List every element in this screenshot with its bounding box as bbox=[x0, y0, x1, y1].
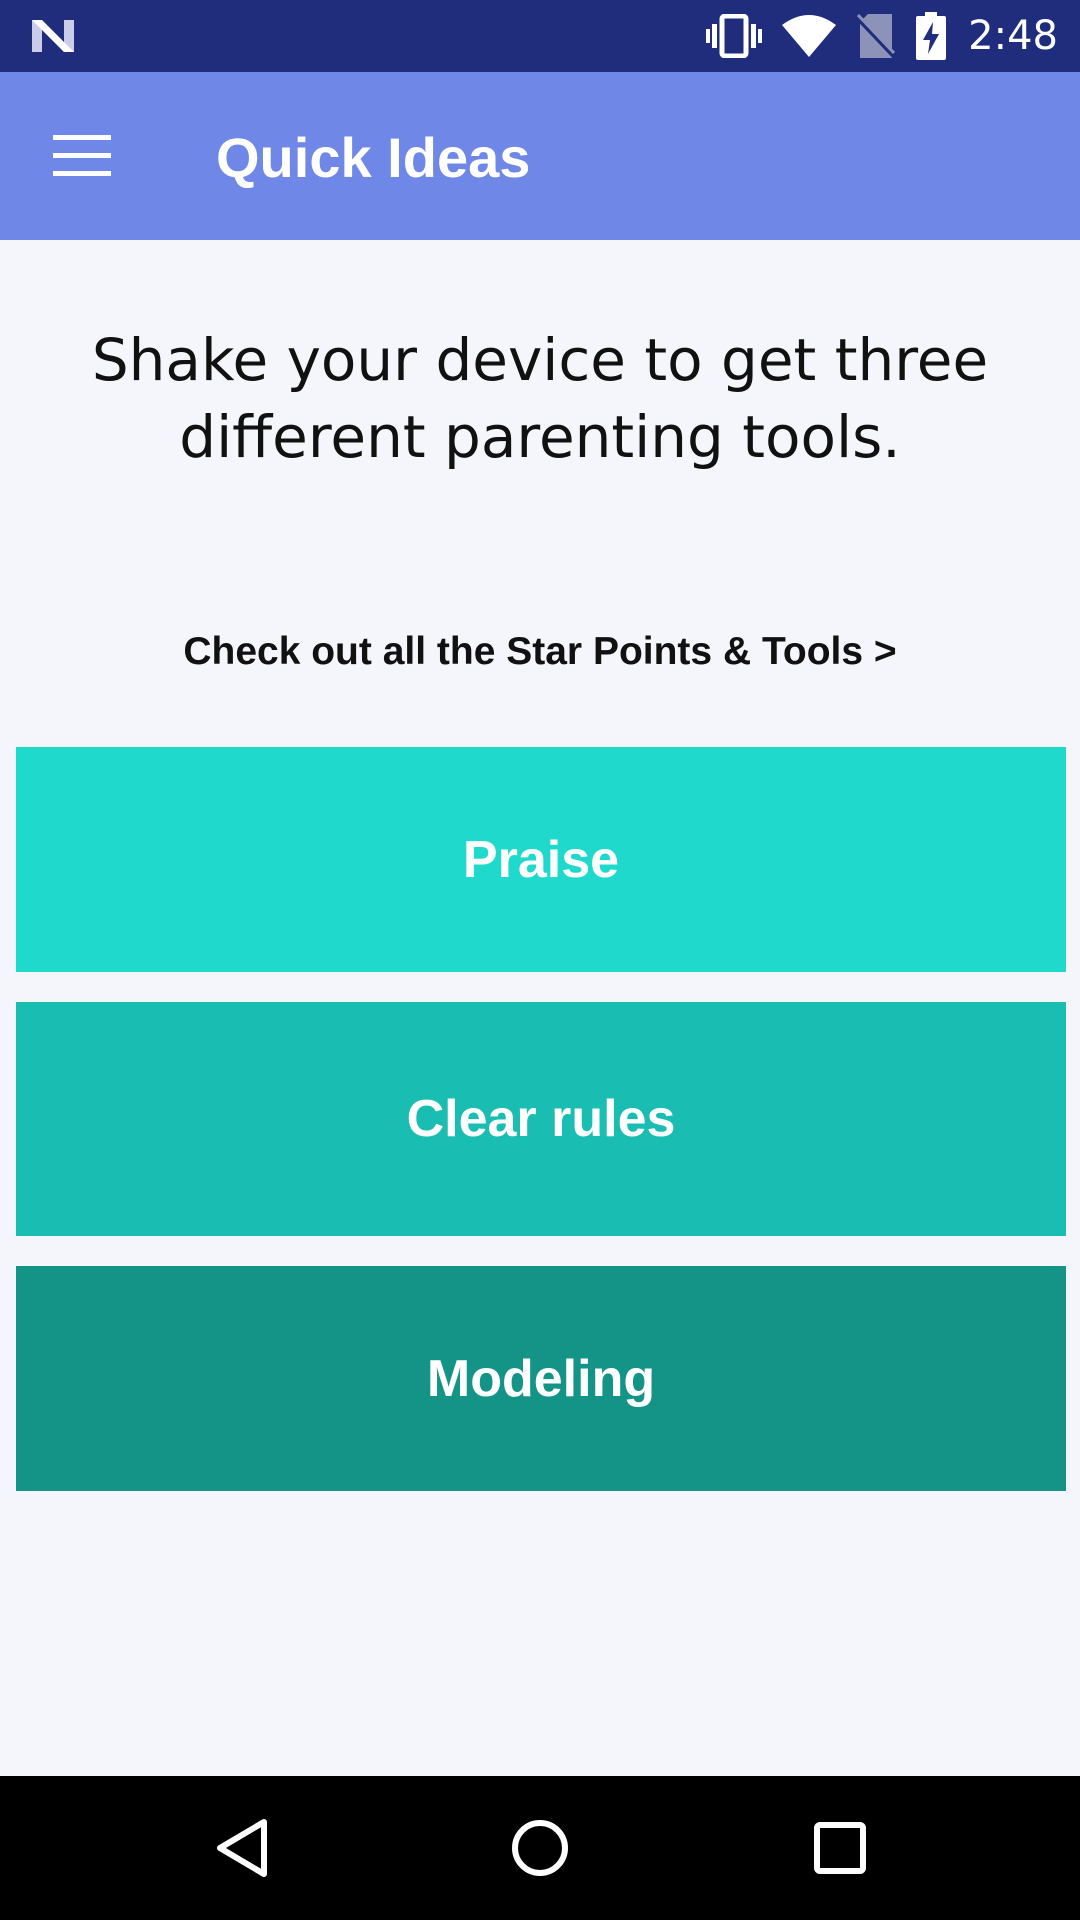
battery-charging-icon bbox=[916, 12, 947, 60]
no-sim-icon bbox=[856, 14, 896, 58]
clock: 2:48 bbox=[968, 13, 1058, 59]
clear-rules-label: Clear rules bbox=[406, 1090, 676, 1148]
page-title: Quick Ideas bbox=[216, 126, 531, 189]
recents-icon bbox=[814, 1822, 866, 1874]
vibrate-icon bbox=[706, 14, 763, 58]
app-bar: Quick Ideas bbox=[0, 72, 1080, 240]
modeling-button[interactable]: Modeling bbox=[16, 1266, 1066, 1491]
modeling-label: Modeling bbox=[426, 1349, 656, 1408]
status-bar: 2:48 bbox=[0, 0, 1080, 72]
back-button[interactable] bbox=[192, 1798, 292, 1898]
main-content: Shake your device to get three different… bbox=[0, 240, 1080, 1776]
clear-rules-button[interactable]: Clear rules bbox=[16, 1002, 1066, 1236]
navigation-bar bbox=[0, 1776, 1080, 1920]
praise-label: Praise bbox=[462, 830, 620, 889]
back-icon bbox=[217, 1819, 267, 1877]
home-button[interactable] bbox=[490, 1798, 590, 1898]
hamburger-menu-icon bbox=[53, 135, 111, 176]
recents-button[interactable] bbox=[790, 1798, 890, 1898]
status-icons: 2:48 bbox=[706, 0, 1058, 72]
wifi-icon bbox=[782, 15, 837, 57]
n-logo-icon bbox=[32, 20, 74, 52]
star-points-tools-link[interactable]: Check out all the Star Points & Tools > bbox=[0, 620, 1080, 684]
home-icon bbox=[512, 1820, 568, 1876]
praise-button[interactable]: Praise bbox=[16, 747, 1066, 972]
menu-button[interactable] bbox=[34, 112, 130, 200]
instructions-text: Shake your device to get three different… bbox=[91, 326, 989, 471]
